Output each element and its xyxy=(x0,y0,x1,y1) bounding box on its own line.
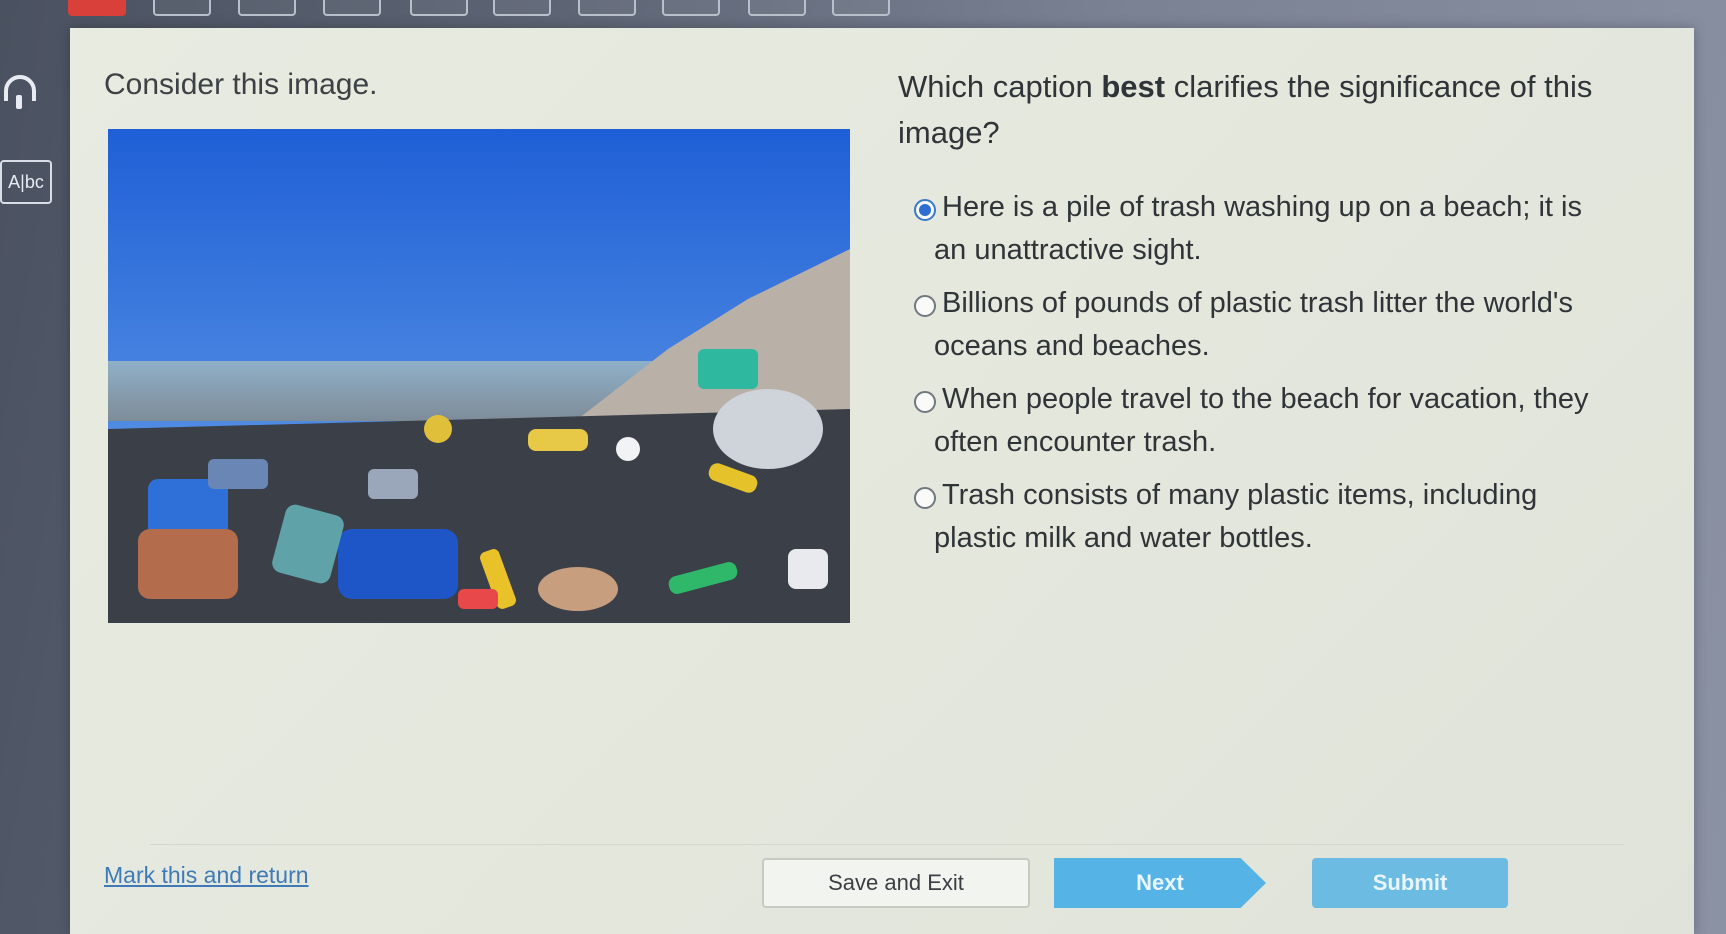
option-text-line-1: Billions of pounds of plastic trash litt… xyxy=(942,287,1573,319)
answer-option[interactable]: Billions of pounds of plastic trash litt… xyxy=(890,282,1610,368)
dictionary-icon[interactable]: A|bc xyxy=(0,160,52,204)
progress-cell[interactable] xyxy=(578,0,636,16)
answer-option[interactable]: Here is a pile of trash washing up on a … xyxy=(890,186,1610,272)
progress-cell[interactable] xyxy=(493,0,551,16)
option-text-line-1: Trash consists of many plastic items, in… xyxy=(942,479,1538,511)
progress-cell[interactable] xyxy=(748,0,806,16)
mark-and-return-link[interactable]: Mark this and return xyxy=(104,862,309,889)
question-prefix: Which caption xyxy=(898,69,1102,104)
option-text-line-2: oceans and beaches. xyxy=(934,330,1210,362)
radio-button[interactable] xyxy=(914,295,936,317)
option-text-line-1: When people travel to the beach for vaca… xyxy=(942,383,1589,415)
footer-divider xyxy=(150,844,1624,845)
question-panel: Consider this image. Which caption best … xyxy=(70,28,1694,934)
progress-bar xyxy=(0,0,1726,28)
progress-cell[interactable] xyxy=(410,0,468,16)
headphones-icon[interactable] xyxy=(2,68,38,118)
image-prompt: Consider this image. xyxy=(104,68,378,101)
option-text-line-2: plastic milk and water bottles. xyxy=(934,522,1313,554)
progress-cell[interactable] xyxy=(662,0,720,16)
progress-cell[interactable] xyxy=(238,0,296,16)
progress-cell[interactable] xyxy=(832,0,890,16)
question-text: Which caption best clarifies the signifi… xyxy=(898,64,1598,156)
answer-option[interactable]: Trash consists of many plastic items, in… xyxy=(890,474,1610,560)
progress-cell[interactable] xyxy=(323,0,381,16)
answer-option[interactable]: When people travel to the beach for vaca… xyxy=(890,378,1610,464)
beach-trash-photo xyxy=(108,129,850,623)
progress-cell-current[interactable] xyxy=(68,0,126,16)
radio-button[interactable] xyxy=(914,391,936,413)
question-emphasis: best xyxy=(1101,69,1166,104)
progress-cell[interactable] xyxy=(153,0,211,16)
dictionary-label: A|bc xyxy=(8,171,44,192)
radio-button-selected[interactable] xyxy=(914,199,936,221)
next-button[interactable]: Next xyxy=(1054,858,1266,908)
save-and-exit-button[interactable]: Save and Exit xyxy=(762,858,1030,908)
option-text-line-2: often encounter trash. xyxy=(934,426,1217,458)
answer-options: Here is a pile of trash washing up on a … xyxy=(890,186,1610,570)
option-text-line-1: Here is a pile of trash washing up on a … xyxy=(942,191,1582,223)
option-text-line-2: an unattractive sight. xyxy=(934,234,1202,266)
radio-button[interactable] xyxy=(914,487,936,509)
submit-button[interactable]: Submit xyxy=(1312,858,1508,908)
